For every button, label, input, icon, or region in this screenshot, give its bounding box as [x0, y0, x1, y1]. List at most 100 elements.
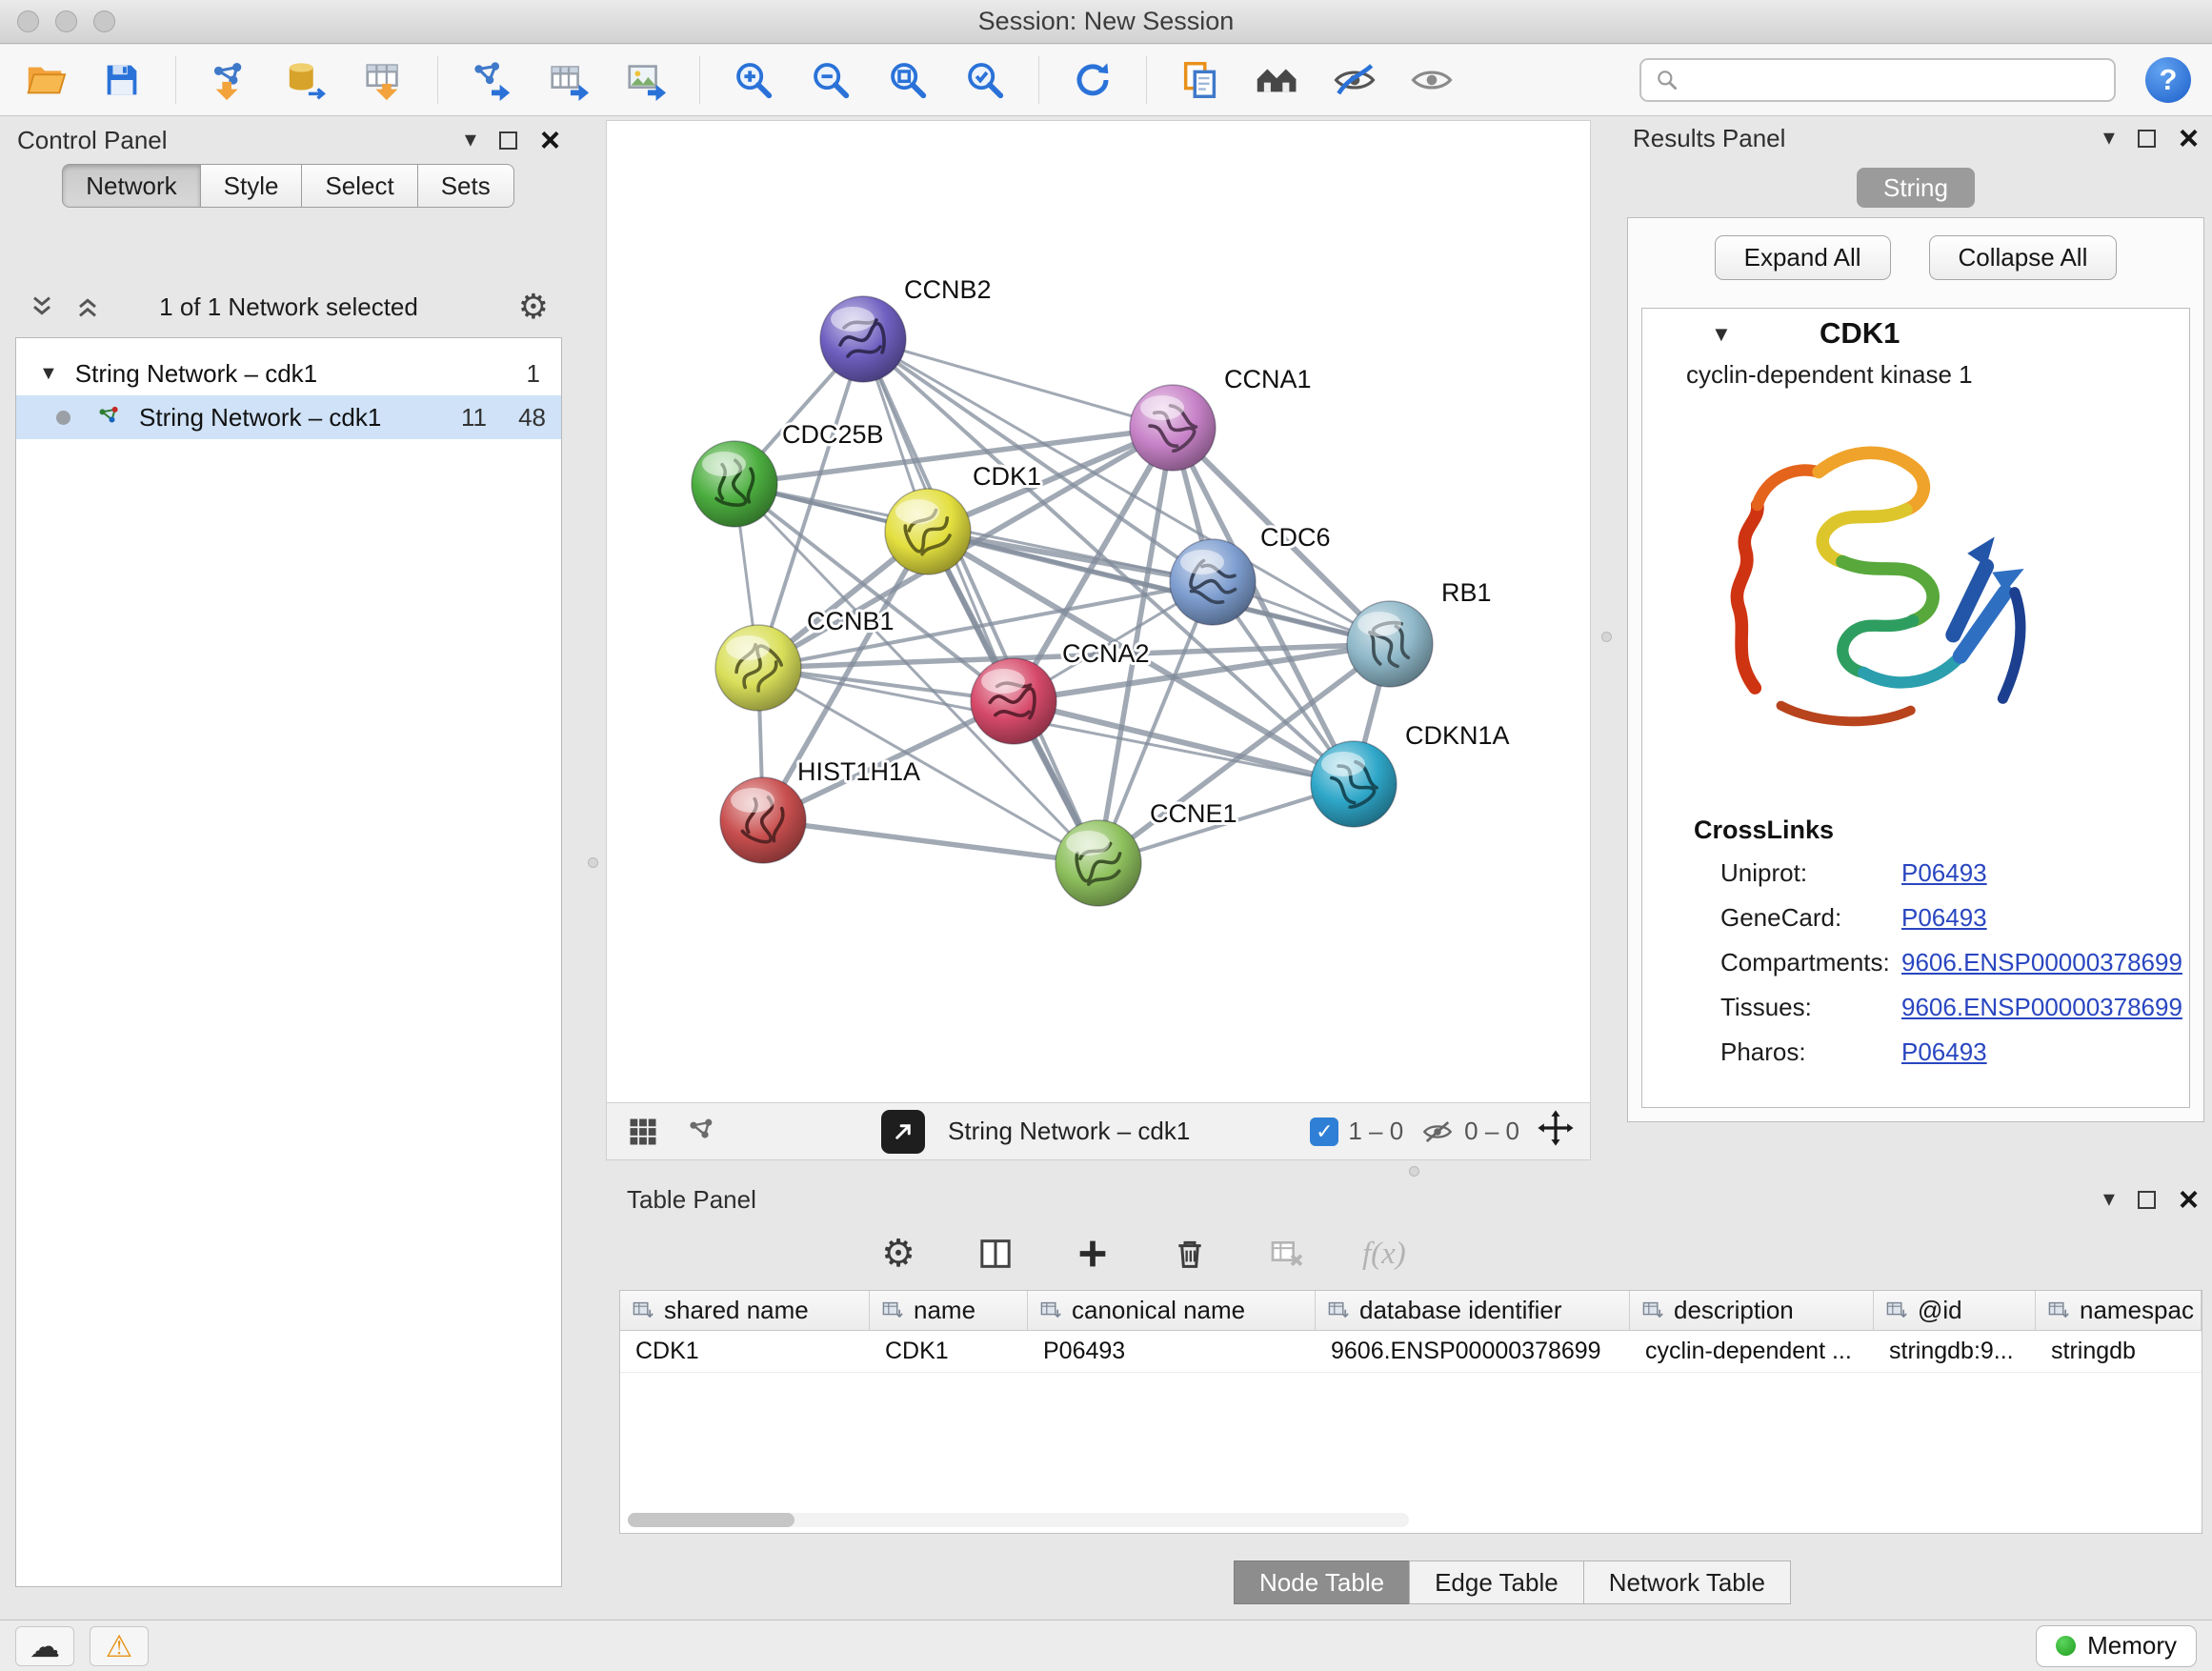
zoom-in-button[interactable] [730, 54, 777, 106]
birds-eye-view-button[interactable] [622, 1111, 664, 1153]
collapse-all-button[interactable]: Collapse All [1929, 235, 2118, 280]
string-results-tab[interactable]: String [1857, 168, 1975, 208]
delete-column-button[interactable] [1168, 1232, 1212, 1276]
tab-network[interactable]: Network [62, 164, 200, 208]
home-views-button[interactable] [1254, 54, 1301, 106]
close-window-button[interactable] [17, 10, 39, 32]
table-row[interactable]: CDK1 CDK1 P06493 9606.ENSP00000378699 cy… [620, 1331, 2202, 1373]
panel-close-button[interactable]: × [540, 123, 560, 157]
bottom-splitter-handle[interactable] [1409, 1166, 1419, 1177]
export-table-button[interactable] [545, 54, 593, 106]
entry-expander-icon[interactable]: ▼ [1711, 322, 1732, 347]
show-graphics-details-button[interactable] [1408, 54, 1456, 106]
open-session-button[interactable] [21, 54, 69, 106]
genecard-link[interactable]: P06493 [1901, 903, 1987, 933]
table-options-gear-icon[interactable]: ⚙ [876, 1232, 920, 1276]
tab-sets[interactable]: Sets [417, 164, 514, 208]
detach-view-button[interactable] [881, 1110, 925, 1154]
network-row[interactable]: String Network – cdk1 11 48 [16, 395, 561, 439]
panel-float-button[interactable] [499, 131, 517, 150]
refresh-view-button[interactable] [1069, 54, 1116, 106]
selected-counter: ✓ 1 – 0 [1310, 1117, 1403, 1146]
column-header[interactable]: database identifier [1316, 1291, 1630, 1330]
network-edge[interactable] [763, 820, 1098, 863]
selected-checkbox-icon[interactable]: ✓ [1310, 1117, 1338, 1146]
panel-menu-button[interactable]: ▾ [2103, 127, 2115, 150]
network-node-CDK1[interactable] [885, 489, 971, 574]
scrollbar-thumb[interactable] [628, 1513, 794, 1527]
pharos-link[interactable]: P06493 [1901, 1037, 1987, 1067]
tab-node-table[interactable]: Node Table [1234, 1560, 1410, 1604]
horizontal-scrollbar[interactable] [628, 1513, 1409, 1527]
network-node-RB1[interactable] [1347, 601, 1433, 687]
tab-edge-table[interactable]: Edge Table [1409, 1560, 1584, 1604]
uniprot-link[interactable]: P06493 [1901, 858, 1987, 888]
column-header[interactable]: description [1630, 1291, 1874, 1330]
zoom-selected-button[interactable] [961, 54, 1009, 106]
network-node-CDC6[interactable] [1170, 539, 1256, 625]
search-input[interactable] [1689, 67, 2101, 94]
import-network-database-button[interactable] [283, 54, 331, 106]
network-node-CCNB2[interactable] [820, 296, 906, 382]
memory-button[interactable]: Memory [2036, 1625, 2197, 1667]
save-session-button[interactable] [98, 54, 146, 106]
table-cell[interactable]: CDK1 [870, 1331, 1028, 1372]
panel-close-button[interactable]: × [2179, 121, 2199, 155]
network-node-HIST1H1A[interactable] [720, 777, 806, 863]
tab-network-table[interactable]: Network Table [1583, 1560, 1791, 1604]
column-header[interactable]: shared name [620, 1291, 870, 1330]
function-builder-button[interactable]: f(x) [1362, 1237, 1406, 1272]
table-cell[interactable]: 9606.ENSP00000378699 [1316, 1331, 1630, 1372]
expander-triangle-icon[interactable]: ▼ [39, 363, 58, 385]
zoom-fit-button[interactable] [884, 54, 932, 106]
duplicate-document-button[interactable] [1176, 54, 1224, 106]
warnings-button[interactable]: ⚠ [90, 1626, 149, 1666]
panel-menu-button[interactable]: ▾ [465, 129, 476, 151]
panel-float-button[interactable] [2138, 1191, 2156, 1209]
import-table-file-button[interactable] [360, 54, 408, 106]
column-header[interactable]: @id [1874, 1291, 2036, 1330]
column-header[interactable]: canonical name [1028, 1291, 1316, 1330]
tab-select[interactable]: Select [301, 164, 417, 208]
network-node-CDKN1A[interactable] [1311, 741, 1397, 827]
column-header[interactable]: name [870, 1291, 1028, 1330]
hide-selection-button[interactable] [1331, 54, 1378, 106]
network-node-CCNA2[interactable] [971, 658, 1056, 744]
table-cell[interactable]: stringdb:9... [1874, 1331, 2036, 1372]
import-network-file-button[interactable] [206, 54, 253, 106]
pan-mode-button[interactable] [1537, 1109, 1575, 1154]
panel-menu-button[interactable]: ▾ [2103, 1188, 2115, 1211]
table-cell[interactable]: CDK1 [620, 1331, 870, 1372]
share-icon [685, 1115, 719, 1149]
minimize-window-button[interactable] [55, 10, 77, 32]
network-canvas[interactable]: CCNB2CCNA1CDC25BCDK1CDC6RB1CCNB1CCNA2CDK… [607, 121, 1590, 1102]
table-cell[interactable]: stringdb [2036, 1331, 2202, 1372]
export-network-button[interactable] [468, 54, 515, 106]
tab-style[interactable]: Style [200, 164, 303, 208]
zoom-out-button[interactable] [807, 54, 855, 106]
network-node-CCNB1[interactable] [715, 625, 801, 711]
show-columns-button[interactable] [974, 1232, 1017, 1276]
expand-all-button[interactable]: Expand All [1715, 235, 1891, 280]
panel-float-button[interactable] [2138, 130, 2156, 148]
table-cell[interactable]: cyclin-dependent ... [1630, 1331, 1874, 1372]
create-column-button[interactable] [1071, 1232, 1115, 1276]
network-collection-row[interactable]: ▼ String Network – cdk1 1 [16, 352, 561, 395]
left-splitter-handle[interactable] [588, 857, 598, 868]
network-node-CCNE1[interactable] [1056, 820, 1141, 906]
tissues-link[interactable]: 9606.ENSP00000378699 [1901, 993, 2182, 1022]
export-image-button[interactable] [622, 54, 670, 106]
table-cell[interactable]: P06493 [1028, 1331, 1316, 1372]
compartments-link[interactable]: 9606.ENSP00000378699 [1901, 948, 2182, 977]
network-options-gear-icon[interactable]: ⚙ [518, 286, 549, 328]
network-node-CDC25B[interactable] [692, 441, 777, 527]
column-header[interactable]: namespac [2036, 1291, 2202, 1330]
delete-table-button[interactable] [1265, 1232, 1309, 1276]
right-splitter-handle[interactable] [1601, 632, 1612, 642]
cloud-status-button[interactable]: ☁ [15, 1626, 74, 1666]
panel-close-button[interactable]: × [2179, 1182, 2199, 1217]
network-node-CCNA1[interactable] [1130, 385, 1216, 471]
network-overview-button[interactable] [681, 1111, 723, 1153]
help-button[interactable]: ? [2145, 57, 2191, 103]
zoom-window-button[interactable] [93, 10, 115, 32]
